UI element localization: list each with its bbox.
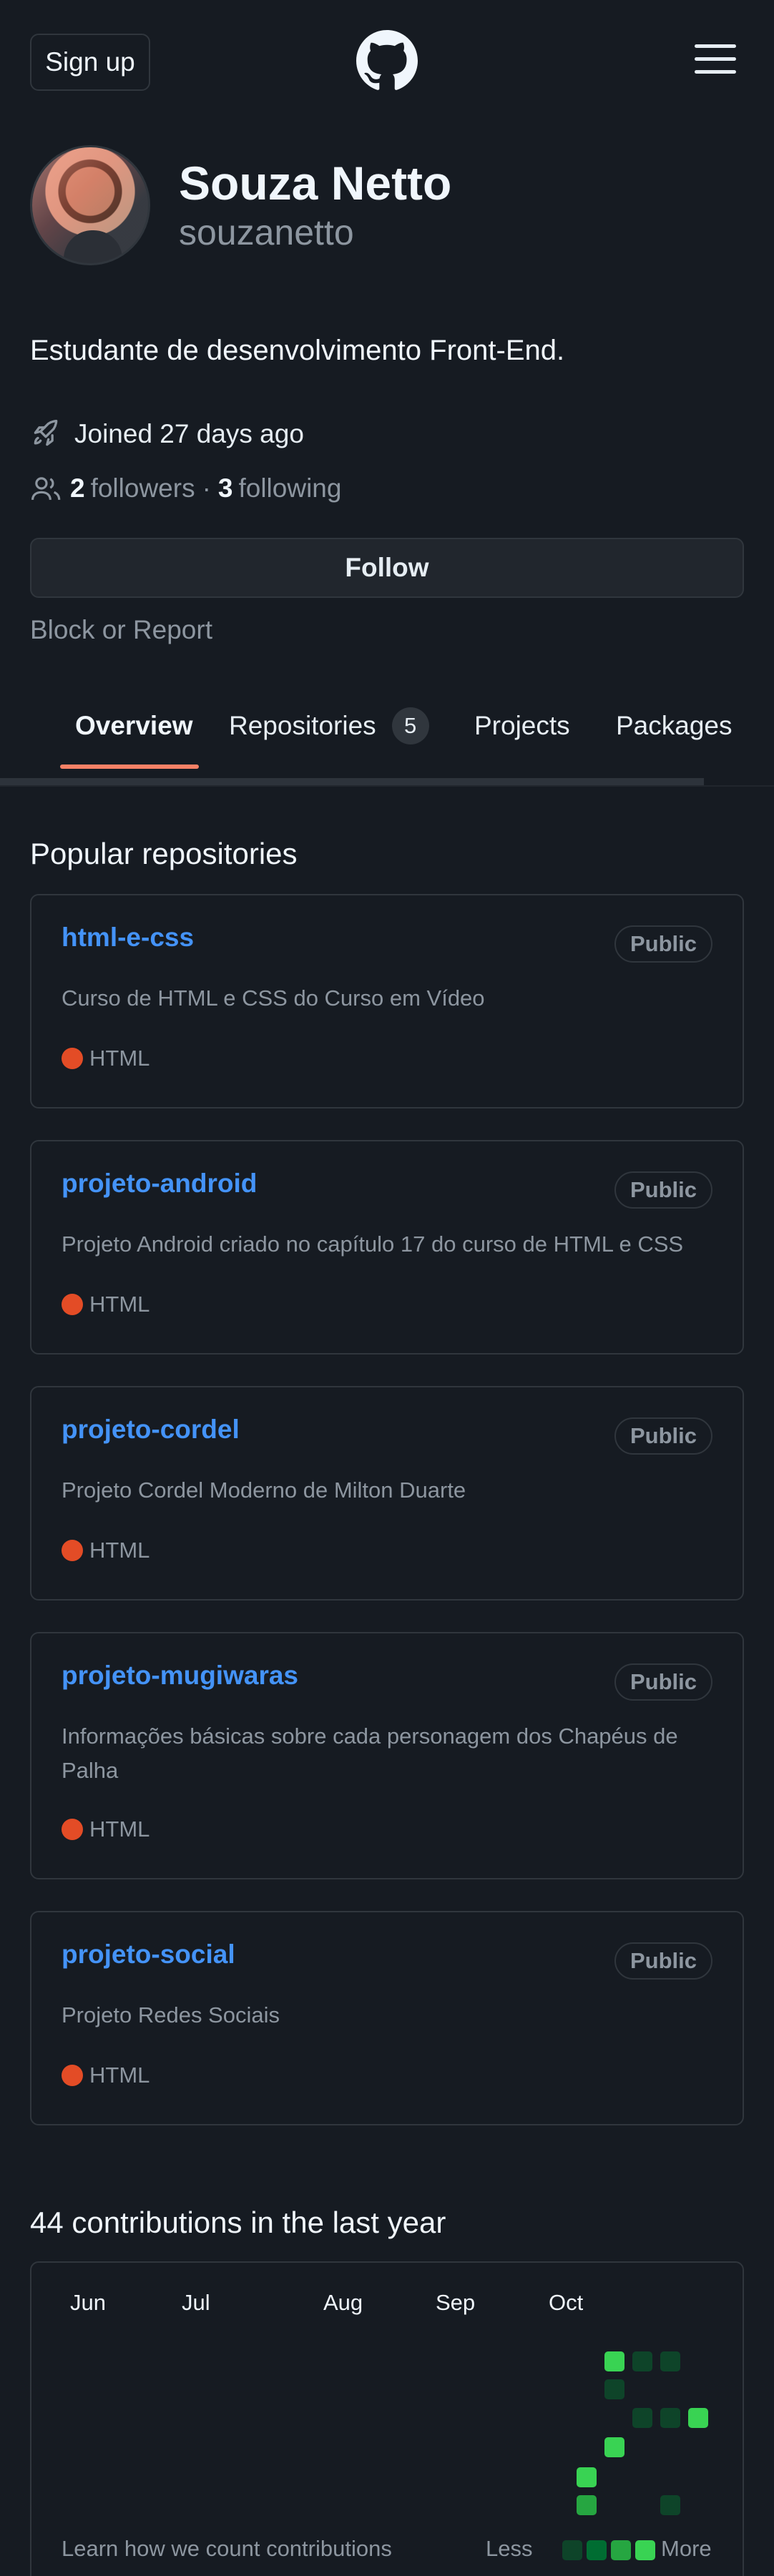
- repo-description: Curso de HTML e CSS do Curso em Vídeo: [62, 985, 485, 1011]
- contribution-day[interactable]: [577, 2467, 597, 2487]
- learn-contributions-link[interactable]: Learn how we count contributions: [62, 2536, 392, 2562]
- tab-projects[interactable]: Projects: [474, 690, 570, 762]
- followers-label[interactable]: followers: [91, 473, 195, 503]
- month-label: Jun: [70, 2290, 106, 2315]
- repo-description: Projeto Android criado no capítulo 17 do…: [62, 1232, 684, 1257]
- tab-packages-label: Packages: [616, 711, 733, 740]
- people-icon: [31, 477, 61, 501]
- visibility-badge: Public: [614, 1663, 712, 1701]
- month-label: Aug: [323, 2290, 363, 2315]
- active-tab-indicator: [60, 765, 199, 769]
- contribution-day[interactable]: [660, 2495, 680, 2515]
- popular-repositories-title: Popular repositories: [30, 837, 298, 870]
- contribution-day[interactable]: [632, 2408, 652, 2428]
- repo-link[interactable]: projeto-mugiwaras: [62, 1661, 298, 1691]
- contribution-day[interactable]: [660, 2408, 680, 2428]
- month-label: Sep: [436, 2290, 476, 2315]
- repo-language-label: HTML: [89, 1538, 150, 1563]
- repo-card: projeto-social Public Projeto Redes Soci…: [30, 1911, 744, 2125]
- repo-card: projeto-android Public Projeto Android c…: [30, 1140, 744, 1355]
- top-header: Sign up: [0, 0, 774, 122]
- repo-link[interactable]: html-e-css: [62, 923, 194, 953]
- joined-info: Joined 27 days ago: [30, 416, 304, 452]
- tab-repositories-label: Repositories: [229, 711, 376, 740]
- contribution-day[interactable]: [604, 2437, 624, 2457]
- tab-projects-label: Projects: [474, 711, 570, 740]
- legend-more-label: More: [661, 2536, 712, 2561]
- language-color-dot: [62, 1048, 83, 1069]
- repo-language: HTML: [62, 1817, 150, 1842]
- legend-level-4: [635, 2540, 655, 2560]
- repo-language: HTML: [62, 2063, 150, 2088]
- follow-button[interactable]: Follow: [30, 538, 744, 598]
- contribution-day[interactable]: [604, 2351, 624, 2371]
- profile-full-name: Souza Netto: [179, 157, 452, 210]
- following-count[interactable]: 3: [218, 473, 233, 503]
- repo-language: HTML: [62, 1046, 150, 1071]
- legend-level-3: [611, 2540, 631, 2560]
- month-label: Oct: [549, 2290, 584, 2315]
- repo-language-label: HTML: [89, 1817, 150, 1842]
- tab-repositories[interactable]: Repositories 5: [229, 690, 429, 762]
- visibility-badge: Public: [614, 1417, 712, 1455]
- profile-tabs: Overview Repositories 5 Projects Package…: [0, 690, 774, 787]
- contribution-day[interactable]: [577, 2495, 597, 2515]
- repo-card: projeto-cordel Public Projeto Cordel Mod…: [30, 1386, 744, 1601]
- visibility-badge: Public: [614, 925, 712, 963]
- repo-language: HTML: [62, 1292, 150, 1317]
- following-label[interactable]: following: [238, 473, 341, 503]
- repo-card: html-e-css Public Curso de HTML e CSS do…: [30, 894, 744, 1108]
- repositories-count-badge: 5: [391, 707, 429, 744]
- month-label: Jul: [182, 2290, 210, 2315]
- tab-overview-label: Overview: [75, 711, 193, 740]
- profile-bio: Estudante de desenvolvimento Front-End.: [30, 335, 565, 366]
- separator-dot: ·: [202, 473, 211, 503]
- language-color-dot: [62, 1540, 83, 1561]
- repo-description: Informações básicas sobre cada personage…: [62, 1724, 678, 1783]
- repo-link[interactable]: projeto-android: [62, 1169, 257, 1199]
- repo-language-label: HTML: [89, 2063, 150, 2088]
- repo-language: HTML: [62, 1538, 150, 1563]
- repo-link[interactable]: projeto-cordel: [62, 1415, 240, 1445]
- visibility-badge: Public: [614, 1942, 712, 1980]
- hamburger-menu-icon[interactable]: [695, 44, 736, 74]
- contribution-day[interactable]: [632, 2351, 652, 2371]
- followers-info: 2 followers · 3 following: [30, 471, 341, 506]
- profile-username: souzanetto: [179, 212, 354, 252]
- tabs-scrollbar[interactable]: [0, 778, 704, 785]
- contribution-day[interactable]: [660, 2351, 680, 2371]
- language-color-dot: [62, 1819, 83, 1840]
- language-color-dot: [62, 1294, 83, 1315]
- contribution-day[interactable]: [688, 2408, 708, 2428]
- joined-text: Joined 27 days ago: [74, 419, 304, 448]
- repo-card: projeto-mugiwaras Public Informações bás…: [30, 1632, 744, 1879]
- repo-link[interactable]: projeto-social: [62, 1940, 235, 1970]
- rocket-icon: [34, 420, 58, 446]
- github-mark-icon[interactable]: [356, 30, 418, 92]
- tab-packages[interactable]: Packages: [616, 690, 733, 762]
- contribution-day[interactable]: [604, 2379, 624, 2399]
- followers-count[interactable]: 2: [70, 473, 85, 503]
- contribution-graph: Jun Jul Aug Sep Oct Learn how we count c…: [30, 2261, 744, 2576]
- avatar[interactable]: [30, 145, 150, 265]
- block-or-report-link[interactable]: Block or Report: [30, 615, 212, 645]
- contributions-title: 44 contributions in the last year: [30, 2206, 446, 2239]
- repo-description: Projeto Cordel Moderno de Milton Duarte: [62, 1478, 466, 1503]
- repo-language-label: HTML: [89, 1292, 150, 1317]
- legend-less-label: Less: [486, 2536, 533, 2561]
- sign-up-button[interactable]: Sign up: [30, 34, 150, 91]
- repo-description: Projeto Redes Sociais: [62, 2002, 280, 2027]
- language-color-dot: [62, 2065, 83, 2086]
- repo-language-label: HTML: [89, 1046, 150, 1071]
- legend-level-2: [587, 2540, 607, 2560]
- tab-overview[interactable]: Overview: [75, 690, 193, 762]
- tabs-divider: [0, 785, 774, 787]
- visibility-badge: Public: [614, 1171, 712, 1209]
- legend-level-1: [562, 2540, 582, 2560]
